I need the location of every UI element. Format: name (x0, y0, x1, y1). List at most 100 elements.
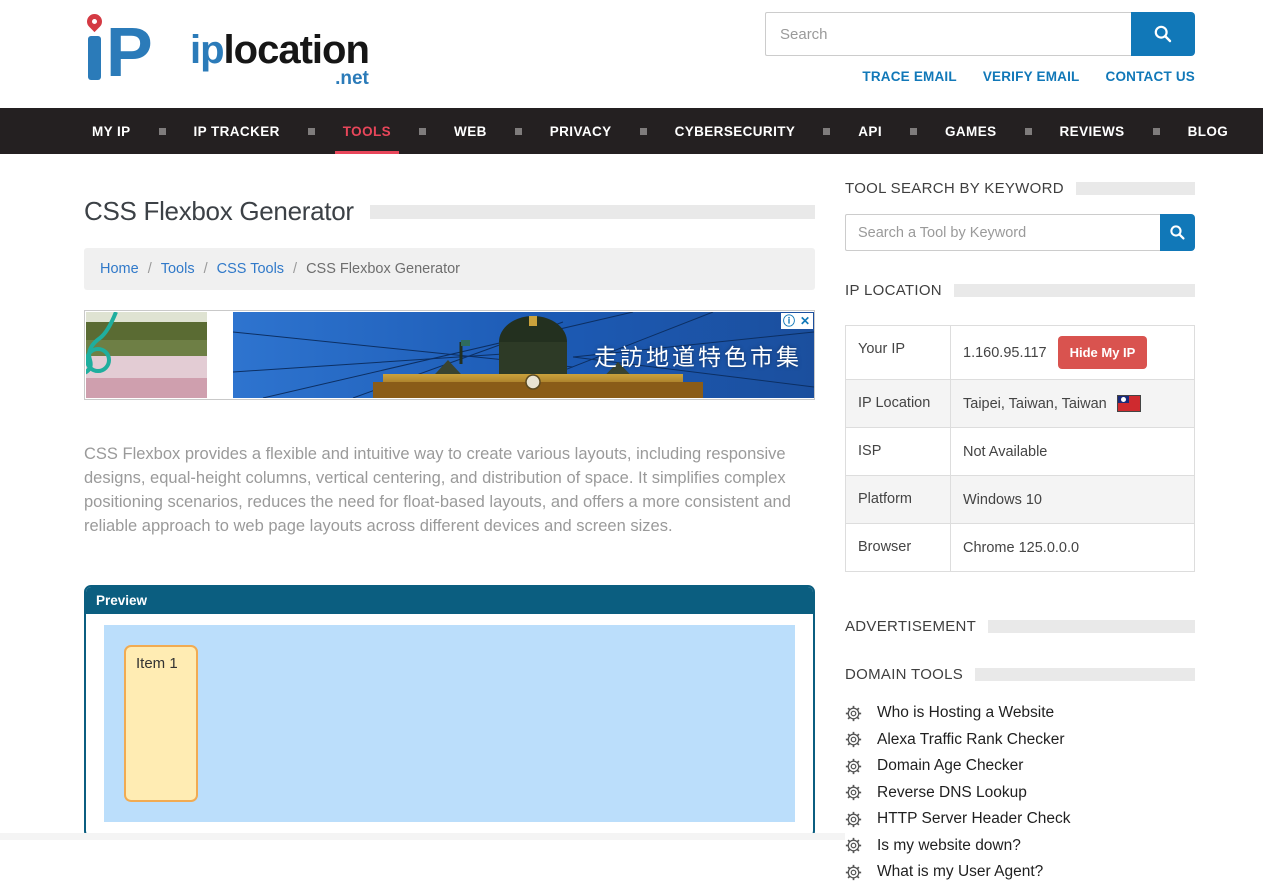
list-item: Domain Age Checker (845, 757, 1195, 775)
ip-row-value: Not Available (963, 444, 1047, 460)
nav-link[interactable]: TOOLS (335, 108, 399, 154)
nav-link[interactable]: API (850, 108, 890, 154)
domain-tools-heading: DOMAIN TOOLS (845, 666, 1195, 683)
nav-item: REVIEWS (1052, 108, 1180, 154)
ad-info-icon[interactable]: ⓘ (781, 313, 797, 329)
table-row: ISP Not Available (846, 428, 1194, 476)
nav-link[interactable]: CYBERSECURITY (667, 108, 804, 154)
nav-link[interactable]: GAMES (937, 108, 1005, 154)
nav-link[interactable]: IP TRACKER (186, 108, 288, 154)
domain-tool-link[interactable]: Domain Age Checker (877, 757, 1023, 775)
domain-tool-link[interactable]: What is my User Agent? (877, 863, 1043, 881)
gear-icon (845, 758, 862, 775)
domain-tool-link[interactable]: Alexa Traffic Rank Checker (877, 731, 1065, 749)
table-row: Your IP 1.160.95.117 Hide My IP (846, 326, 1194, 380)
site-header: P iplocation .net TRACE EMAIL VERIFY EMAI… (0, 0, 1263, 108)
list-item: Alexa Traffic Rank Checker (845, 731, 1195, 749)
nav-item: GAMES (937, 108, 1052, 154)
advertisement-banner[interactable]: 走訪地道特色市集 ⓘ ✕ (84, 310, 815, 400)
site-search-button[interactable] (1131, 12, 1195, 56)
ip-row-value: Chrome 125.0.0.0 (963, 540, 1079, 556)
breadcrumb-link[interactable]: Tools (161, 261, 195, 277)
tool-search-heading: TOOL SEARCH BY KEYWORD (845, 180, 1195, 197)
ip-row-value: Taipei, Taiwan, Taiwan (963, 396, 1107, 412)
tool-search-button[interactable] (1160, 214, 1195, 251)
main-navigation: MY IP IP TRACKER TOOLS WEB PRIVACY CYBER… (0, 108, 1263, 154)
title-decoration-bar (370, 205, 815, 219)
nav-item: CYBERSECURITY (667, 108, 851, 154)
domain-tools-list: Who is Hosting a Website Alexa (845, 704, 1195, 881)
ip-row-label: Browser (846, 524, 951, 571)
list-item: Reverse DNS Lookup (845, 784, 1195, 802)
gear-icon (845, 705, 862, 722)
advertisement-heading: ADVERTISEMENT (845, 618, 1195, 635)
breadcrumb: Home Tools CSS Tools CSS Flexbox Generat… (84, 248, 815, 290)
nav-item: PRIVACY (542, 108, 667, 154)
nav-item: TOOLS (335, 108, 446, 154)
nav-item: WEB (446, 108, 542, 154)
hide-my-ip-button[interactable]: Hide My IP (1058, 336, 1148, 369)
gear-icon (845, 731, 862, 748)
domain-tool-link[interactable]: Reverse DNS Lookup (877, 784, 1027, 802)
search-icon (1169, 224, 1186, 241)
ip-row-value: Windows 10 (963, 492, 1042, 508)
main-content: CSS Flexbox Generator Home Tools CSS Too… (84, 154, 815, 881)
ip-row-label: Your IP (846, 326, 951, 379)
list-item: Who is Hosting a Website (845, 704, 1195, 722)
ad-close-icon[interactable]: ✕ (797, 313, 813, 329)
site-logo[interactable]: P iplocation .net (84, 14, 369, 90)
gear-icon (845, 811, 862, 828)
breadcrumb-link[interactable]: CSS Flexbox Generator (306, 261, 460, 277)
preview-panel: Preview Item 1 (84, 585, 815, 838)
header-quick-link[interactable]: TRACE EMAIL (862, 69, 956, 84)
table-row: IP Location Taipei, Taiwan, Taiwan (846, 380, 1194, 428)
nav-item: API (850, 108, 937, 154)
logo-ip-mark-icon: P (84, 14, 204, 86)
ip-location-heading: IP LOCATION (845, 282, 1195, 299)
nav-item: IP TRACKER (186, 108, 335, 154)
page-title: CSS Flexbox Generator (84, 196, 354, 227)
search-icon (1153, 24, 1173, 44)
ip-row-value: 1.160.95.117 (963, 345, 1047, 361)
nav-item: MY IP (84, 108, 186, 154)
ad-caption-text: 走訪地道特色市集 (594, 338, 802, 372)
breadcrumb-item: CSS Tools (217, 261, 306, 277)
ad-left-photo (86, 312, 207, 398)
sidebar: TOOL SEARCH BY KEYWORD IP LOCATION Your … (845, 154, 1195, 881)
preview-panel-header: Preview (86, 587, 813, 614)
flex-preview-container: Item 1 (104, 625, 795, 822)
flex-preview-item[interactable]: Item 1 (124, 645, 198, 802)
taiwan-flag-icon (1118, 396, 1140, 411)
gear-icon (845, 864, 862, 881)
nav-link[interactable]: MY IP (84, 108, 139, 154)
nav-item: BLOG (1180, 108, 1237, 154)
header-quick-link[interactable]: VERIFY EMAIL (983, 69, 1080, 84)
nav-link[interactable]: PRIVACY (542, 108, 620, 154)
nav-link[interactable]: BLOG (1180, 108, 1237, 154)
breadcrumb-item: CSS Flexbox Generator (306, 261, 460, 277)
domain-tool-link[interactable]: Is my website down? (877, 837, 1021, 855)
footer-edge (0, 833, 845, 840)
list-item: HTTP Server Header Check (845, 810, 1195, 828)
ip-row-label: ISP (846, 428, 951, 475)
ip-row-label: Platform (846, 476, 951, 523)
breadcrumb-link[interactable]: CSS Tools (217, 261, 284, 277)
logo-wordmark: iplocation (190, 30, 369, 70)
breadcrumb-item: Tools (161, 261, 217, 277)
ip-info-table: Your IP 1.160.95.117 Hide My IP IP Locat… (845, 325, 1195, 572)
tool-description: CSS Flexbox provides a flexible and intu… (84, 442, 800, 538)
domain-tool-link[interactable]: HTTP Server Header Check (877, 810, 1071, 828)
tool-search-input[interactable] (845, 214, 1160, 251)
gear-icon (845, 784, 862, 801)
ip-row-label: IP Location (846, 380, 951, 427)
list-item: What is my User Agent? (845, 863, 1195, 881)
table-row: Browser Chrome 125.0.0.0 (846, 524, 1194, 571)
site-search-input[interactable] (765, 12, 1131, 56)
nav-link[interactable]: REVIEWS (1052, 108, 1133, 154)
header-quick-link[interactable]: CONTACT US (1106, 69, 1196, 84)
domain-tool-link[interactable]: Who is Hosting a Website (877, 704, 1054, 722)
nav-link[interactable]: WEB (446, 108, 495, 154)
location-pin-icon (84, 11, 105, 32)
breadcrumb-link[interactable]: Home (100, 261, 139, 277)
header-quick-links: TRACE EMAIL VERIFY EMAIL CONTACT US (862, 69, 1195, 84)
